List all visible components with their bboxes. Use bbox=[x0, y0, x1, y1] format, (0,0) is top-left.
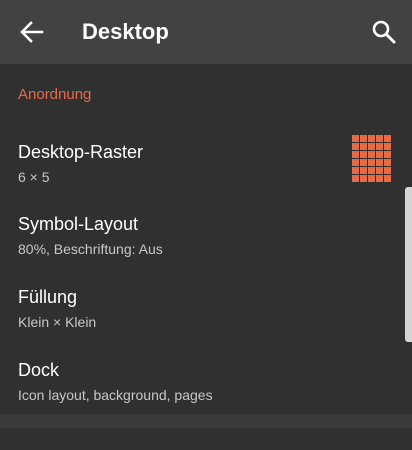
grid-cell bbox=[368, 167, 375, 174]
grid-cell bbox=[368, 135, 375, 142]
arrow-back-icon bbox=[20, 21, 44, 43]
grid-cell bbox=[376, 159, 383, 166]
back-button[interactable] bbox=[18, 18, 46, 46]
grid-cell bbox=[376, 175, 383, 182]
grid-cell bbox=[352, 159, 359, 166]
pref-summary: Klein × Klein bbox=[18, 314, 97, 330]
grid-cell bbox=[352, 167, 359, 174]
grid-cell bbox=[360, 175, 367, 182]
pref-title: Symbol-Layout bbox=[18, 214, 139, 234]
grid-cell bbox=[376, 143, 383, 150]
search-icon bbox=[372, 20, 396, 44]
grid-cell bbox=[352, 151, 359, 158]
search-button[interactable] bbox=[370, 18, 398, 46]
app-toolbar: Desktop bbox=[0, 0, 412, 64]
pref-title: Füllung bbox=[18, 287, 78, 307]
grid-cell bbox=[360, 143, 367, 150]
desktop-grid-icon bbox=[352, 135, 392, 183]
grid-cell bbox=[360, 151, 367, 158]
grid-cell bbox=[384, 135, 391, 142]
grid-cell bbox=[352, 143, 359, 150]
pref-desktop-raster[interactable]: Desktop-Raster 6 × 5 bbox=[0, 140, 405, 212]
grid-cell bbox=[368, 151, 375, 158]
scrollbar[interactable] bbox=[405, 187, 412, 342]
grid-cell bbox=[368, 143, 375, 150]
pref-summary: Icon layout, background, pages bbox=[18, 387, 213, 403]
grid-cell bbox=[376, 151, 383, 158]
pref-summary: 6 × 5 bbox=[18, 169, 50, 185]
grid-cell bbox=[368, 159, 375, 166]
grid-cell bbox=[376, 167, 383, 174]
pref-title: Dock bbox=[18, 360, 60, 380]
grid-cell bbox=[360, 167, 367, 174]
pref-symbol-layout[interactable]: Symbol-Layout 80%, Beschriftung: Aus bbox=[0, 212, 405, 284]
grid-cell bbox=[384, 143, 391, 150]
page-title: Desktop bbox=[82, 19, 169, 44]
grid-cell bbox=[352, 135, 359, 142]
grid-cell bbox=[352, 175, 359, 182]
grid-cell bbox=[384, 151, 391, 158]
pref-fuellung[interactable]: Füllung Klein × Klein bbox=[0, 285, 405, 357]
section-header-anordnung: Anordnung bbox=[18, 86, 92, 103]
grid-cell bbox=[384, 175, 391, 182]
grid-cell bbox=[384, 167, 391, 174]
grid-cell bbox=[376, 135, 383, 142]
grid-cell bbox=[360, 135, 367, 142]
pref-title: Desktop-Raster bbox=[18, 142, 144, 162]
grid-cell bbox=[384, 159, 391, 166]
section-divider bbox=[0, 414, 412, 428]
pref-summary: 80%, Beschriftung: Aus bbox=[18, 241, 163, 257]
grid-cell bbox=[360, 159, 367, 166]
grid-cell bbox=[368, 175, 375, 182]
